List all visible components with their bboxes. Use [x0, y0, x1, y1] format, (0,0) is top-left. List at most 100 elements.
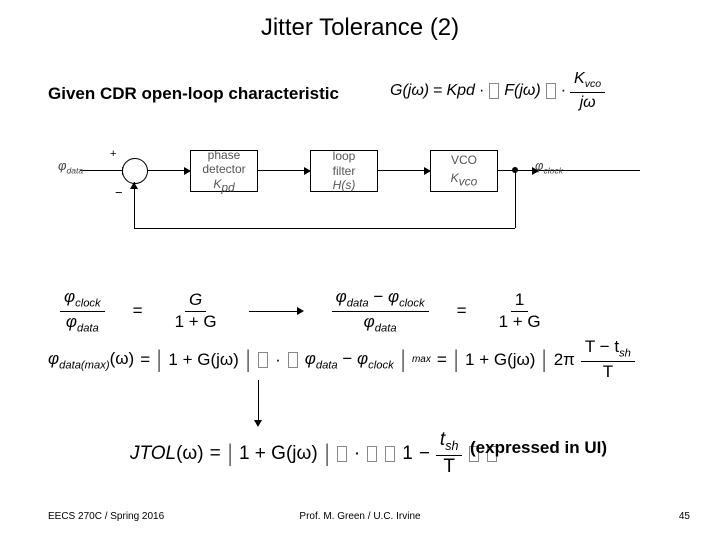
equals: =	[457, 301, 467, 321]
page-number: 45	[679, 511, 690, 522]
jw: jω	[576, 93, 600, 112]
abs-bar-icon: |	[325, 442, 328, 466]
eq-error-over-data: φdata − φclock φdata	[332, 288, 429, 334]
kvco-k: K	[574, 70, 585, 87]
abs-bar-icon: |	[228, 442, 231, 466]
phi: φ	[388, 287, 399, 306]
missing-glyph-icon	[385, 446, 395, 462]
jtol: JTOL	[130, 443, 176, 464]
omega-arg: (ω)	[176, 443, 204, 464]
vco-K: K	[451, 171, 459, 185]
missing-glyph-icon	[367, 446, 377, 462]
eq-sign: =	[433, 82, 442, 100]
num: G	[185, 291, 206, 312]
summing-node	[122, 158, 148, 184]
den: 1 + G	[495, 312, 545, 332]
phi-sub: clock	[399, 297, 425, 309]
minus: −	[338, 349, 357, 368]
one: 1	[402, 443, 413, 465]
eq-kvco-over-jw: Kvco jω	[570, 70, 605, 111]
pd-sub: pd	[221, 180, 234, 194]
minus-icon: −	[115, 185, 123, 200]
missing-glyph-icon	[288, 352, 298, 368]
eq-tsh-over-T: tsh T	[436, 430, 463, 477]
loop-filter-block: loop filter H(s)	[310, 150, 378, 192]
block-diagram: φdata + − phase detector Kpd loop filter…	[80, 130, 640, 250]
phase-detector-block: phase detector Kpd	[190, 150, 258, 192]
den: 1 + G	[171, 312, 221, 332]
phi: φ	[48, 349, 59, 368]
equals: =	[133, 301, 143, 321]
vco-block: VCO Kvco	[430, 150, 498, 192]
missing-glyph-icon	[489, 83, 499, 99]
eq-dot: ·	[479, 82, 484, 100]
phi: φ	[66, 312, 77, 331]
phi-data-max-equation: φdata(max)(ω) = | 1 + G(jω) | · φdata − …	[48, 338, 635, 381]
abs-bar-icon: |	[543, 348, 546, 372]
equals: =	[437, 350, 447, 370]
omega-arg: (ω)	[110, 349, 135, 368]
phi-sub: clock	[368, 359, 394, 371]
arrow-down-icon	[254, 380, 262, 427]
equals: =	[140, 350, 150, 370]
eq-F: F(jω)	[504, 82, 540, 100]
one-plus-G-3: 1 + G(jω)	[239, 443, 318, 465]
equals: =	[210, 443, 221, 465]
one-plus-G: 1 + G(jω)	[168, 350, 238, 370]
one-plus-G-2: 1 + G(jω)	[465, 350, 535, 370]
missing-glyph-icon	[546, 83, 556, 99]
phi-sub: clock	[75, 297, 101, 309]
footer-mid: Prof. M. Green / U.C. Irvine	[0, 511, 720, 522]
eq-T-tsh-over-T: T − tsh T	[581, 338, 635, 381]
phi: φ	[364, 312, 375, 331]
phi-sub: data(max)	[59, 359, 110, 371]
phi: φ	[64, 287, 75, 306]
phi-sub: clock	[543, 166, 563, 176]
phi: φ	[305, 349, 316, 368]
minus: −	[369, 287, 388, 306]
abs-bar-icon: |	[401, 348, 404, 372]
missing-glyph-icon	[258, 352, 268, 368]
pd-line2: detector	[202, 162, 245, 176]
feedback-wire	[515, 170, 516, 228]
phi-sub: data	[347, 297, 369, 309]
vco-line1: VCO	[451, 153, 477, 167]
phi-clock-label: φclock	[535, 158, 563, 176]
abs-bar-icon: |	[158, 348, 161, 372]
eq-phi-clock-over-data: φclock φdata	[60, 288, 105, 334]
abs-bar-icon: |	[454, 348, 457, 372]
plus-icon: +	[110, 148, 116, 160]
kvco-sub: vco	[585, 78, 601, 90]
eq-1-over-1pG: 1 1 + G	[495, 291, 545, 331]
minus: −	[419, 443, 430, 465]
pd-line1: phase	[208, 148, 241, 162]
num: 1	[511, 291, 528, 312]
vco-sub: vco	[459, 175, 478, 189]
feedback-wire	[134, 228, 515, 229]
phi-data-label: φdata	[58, 158, 83, 176]
closed-loop-equations: φclock φdata = G 1 + G φdata − φclock φd…	[60, 288, 545, 334]
jtol-equation: JTOL(ω) = | 1 + G(jω) | · 1 − tsh T	[130, 430, 498, 477]
den: T	[439, 456, 459, 478]
phi-sub: data	[375, 322, 397, 334]
phi-sub: data	[66, 166, 83, 176]
open-loop-equation: G(jω) = Kpd · F(jω) · Kvco jω	[390, 70, 605, 111]
phi-sub: data	[77, 322, 99, 334]
expressed-in-ui: (expressed in UI)	[470, 438, 607, 458]
eq-kpd: Kpd	[446, 82, 474, 100]
dot: ·	[354, 443, 360, 465]
lf-line1: loop	[333, 149, 356, 163]
eq-lhs: G(jω)	[390, 82, 429, 100]
eq-G-over-1pG: G 1 + G	[171, 291, 221, 331]
phi: φ	[336, 287, 347, 306]
arrowhead-icon	[130, 182, 138, 189]
missing-glyph-icon	[337, 446, 347, 462]
lf-line2: filter	[333, 164, 356, 178]
max-subscript: max	[412, 354, 431, 365]
slide-title: Jitter Tolerance (2)	[0, 14, 720, 42]
abs-bar-icon: |	[246, 348, 249, 372]
sh-sub: sh	[445, 439, 458, 453]
two-pi: 2π	[554, 350, 575, 370]
num-txt: T − t	[585, 337, 619, 356]
arrow-right-icon	[249, 307, 304, 315]
